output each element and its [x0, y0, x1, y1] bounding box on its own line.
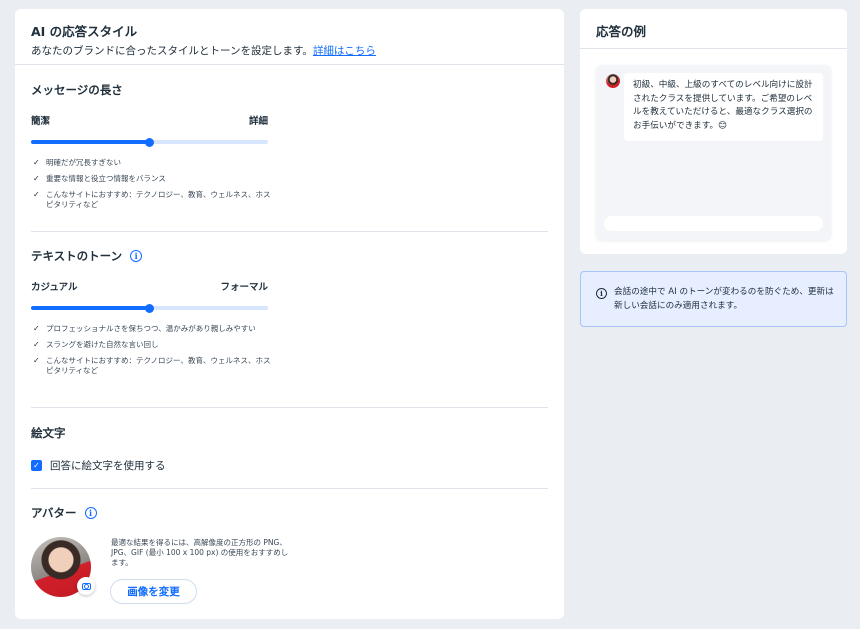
text-tone-title: テキストのトーン i: [31, 248, 143, 264]
emoji-title: 絵文字: [31, 425, 66, 441]
slider-max-label: 詳細: [248, 116, 268, 127]
slider-track[interactable]: [31, 137, 268, 147]
slider-track[interactable]: [31, 303, 268, 313]
section-divider: [31, 488, 548, 489]
check-icon: ✓: [33, 174, 40, 183]
info-icon: i: [596, 288, 607, 299]
avatar-label: アバター: [31, 506, 77, 520]
list-item: ✓ こんなサイトにおすすめ：テクノロジー、教育、ウェルネス、ホスピタリティなど: [33, 190, 271, 209]
check-icon: ✓: [33, 190, 40, 199]
avatar-description: 最適な結果を得るには、高解像度の正方形の PNG、JPG、GIF (最小 100…: [111, 538, 289, 567]
slider-fill: [31, 306, 150, 310]
slider-fill: [31, 140, 150, 144]
list-item: ✓ 明確だが冗長すぎない: [33, 158, 121, 167]
preview-title: 応答の例: [596, 24, 647, 39]
message-length-label: メッセージの長さ: [31, 83, 123, 97]
chat-preview: 初級、中級、上級のすべてのレベル向けに設計されたクラスを提供しています。ご希望の…: [596, 65, 831, 240]
bot-avatar: [606, 74, 620, 88]
slider-handle[interactable]: [145, 137, 154, 147]
check-icon: ✓: [33, 324, 40, 333]
message-length-slider[interactable]: 簡潔 詳細: [31, 113, 268, 147]
header-divider: [15, 64, 564, 65]
learn-more-link[interactable]: 詳細はこちら: [313, 45, 376, 57]
list-item: ✓ こんなサイトにおすすめ：テクノロジー、教育、ウェルネス、ホスピタリティなど: [33, 356, 271, 375]
slider-min-label: 簡潔: [31, 116, 51, 127]
response-preview-panel: 応答の例 初級、中級、上級のすべてのレベル向けに設計されたクラスを提供しています…: [580, 9, 847, 254]
check-icon: ✓: [33, 158, 40, 167]
slider-max-label: フォーマル: [220, 282, 268, 293]
use-emoji-checkbox[interactable]: ✓: [31, 460, 42, 471]
panel-header: AI の応答スタイル あなたのブランドに合ったスタイルとトーンを設定します。詳細…: [31, 21, 376, 58]
camera-icon[interactable]: [77, 577, 95, 595]
emoji-label: 絵文字: [31, 426, 66, 440]
info-notice: i 会話の途中で AI のトーンが変わるのを防ぐため、更新は新しい会話にのみ適用…: [580, 271, 847, 327]
page-subtitle: あなたのブランドに合ったスタイルとトーンを設定します。詳細はこちら: [31, 43, 376, 58]
list-item: ✓ スラングを避けた自然な言い回し: [33, 340, 159, 349]
slider-handle[interactable]: [145, 303, 154, 313]
slider-min-label: カジュアル: [31, 282, 78, 293]
notice-text: 会話の途中で AI のトーンが変わるのを防ぐため、更新は新しい会話にのみ適用され…: [614, 287, 834, 311]
text-tone-label: テキストのトーン: [31, 249, 123, 263]
avatar-title: アバター i: [31, 505, 97, 521]
info-icon[interactable]: i: [130, 250, 143, 262]
message-length-bullets: ✓ 明確だが冗長すぎない ✓ 重要な情報と役立つ情報をバランス ✓ こんなサイトにおす…: [31, 158, 271, 216]
check-icon: ✓: [33, 340, 40, 349]
chat-input[interactable]: [604, 216, 823, 231]
check-icon: ✓: [33, 356, 40, 365]
text-tone-bullets: ✓ プロフェッショナルさを保ちつつ、温かみがあり親しみやすい ✓ スラングを避けた自…: [31, 324, 271, 382]
chat-message-bubble: 初級、中級、上級のすべてのレベル向けに設計されたクラスを提供しています。ご希望の…: [624, 73, 823, 141]
style-settings-panel: AI の応答スタイル あなたのブランドに合ったスタイルとトーンを設定します。詳細…: [15, 9, 564, 619]
info-icon[interactable]: i: [84, 507, 97, 519]
list-item: ✓ 重要な情報と役立つ情報をバランス: [33, 174, 166, 183]
use-emoji-option[interactable]: ✓ 回答に絵文字を使用する: [31, 458, 166, 473]
preview-divider: [580, 48, 847, 49]
subtitle-text: あなたのブランドに合ったスタイルとトーンを設定します。: [31, 45, 313, 57]
section-divider: [31, 407, 548, 408]
use-emoji-label: 回答に絵文字を使用する: [50, 460, 166, 472]
list-item: ✓ プロフェッショナルさを保ちつつ、温かみがあり親しみやすい: [33, 324, 256, 333]
message-length-title: メッセージの長さ: [31, 82, 123, 98]
change-image-button[interactable]: 画像を変更: [110, 579, 197, 604]
section-divider: [31, 231, 548, 232]
page-title: AI の応答スタイル: [31, 24, 138, 39]
text-tone-slider[interactable]: カジュアル フォーマル: [31, 279, 268, 313]
